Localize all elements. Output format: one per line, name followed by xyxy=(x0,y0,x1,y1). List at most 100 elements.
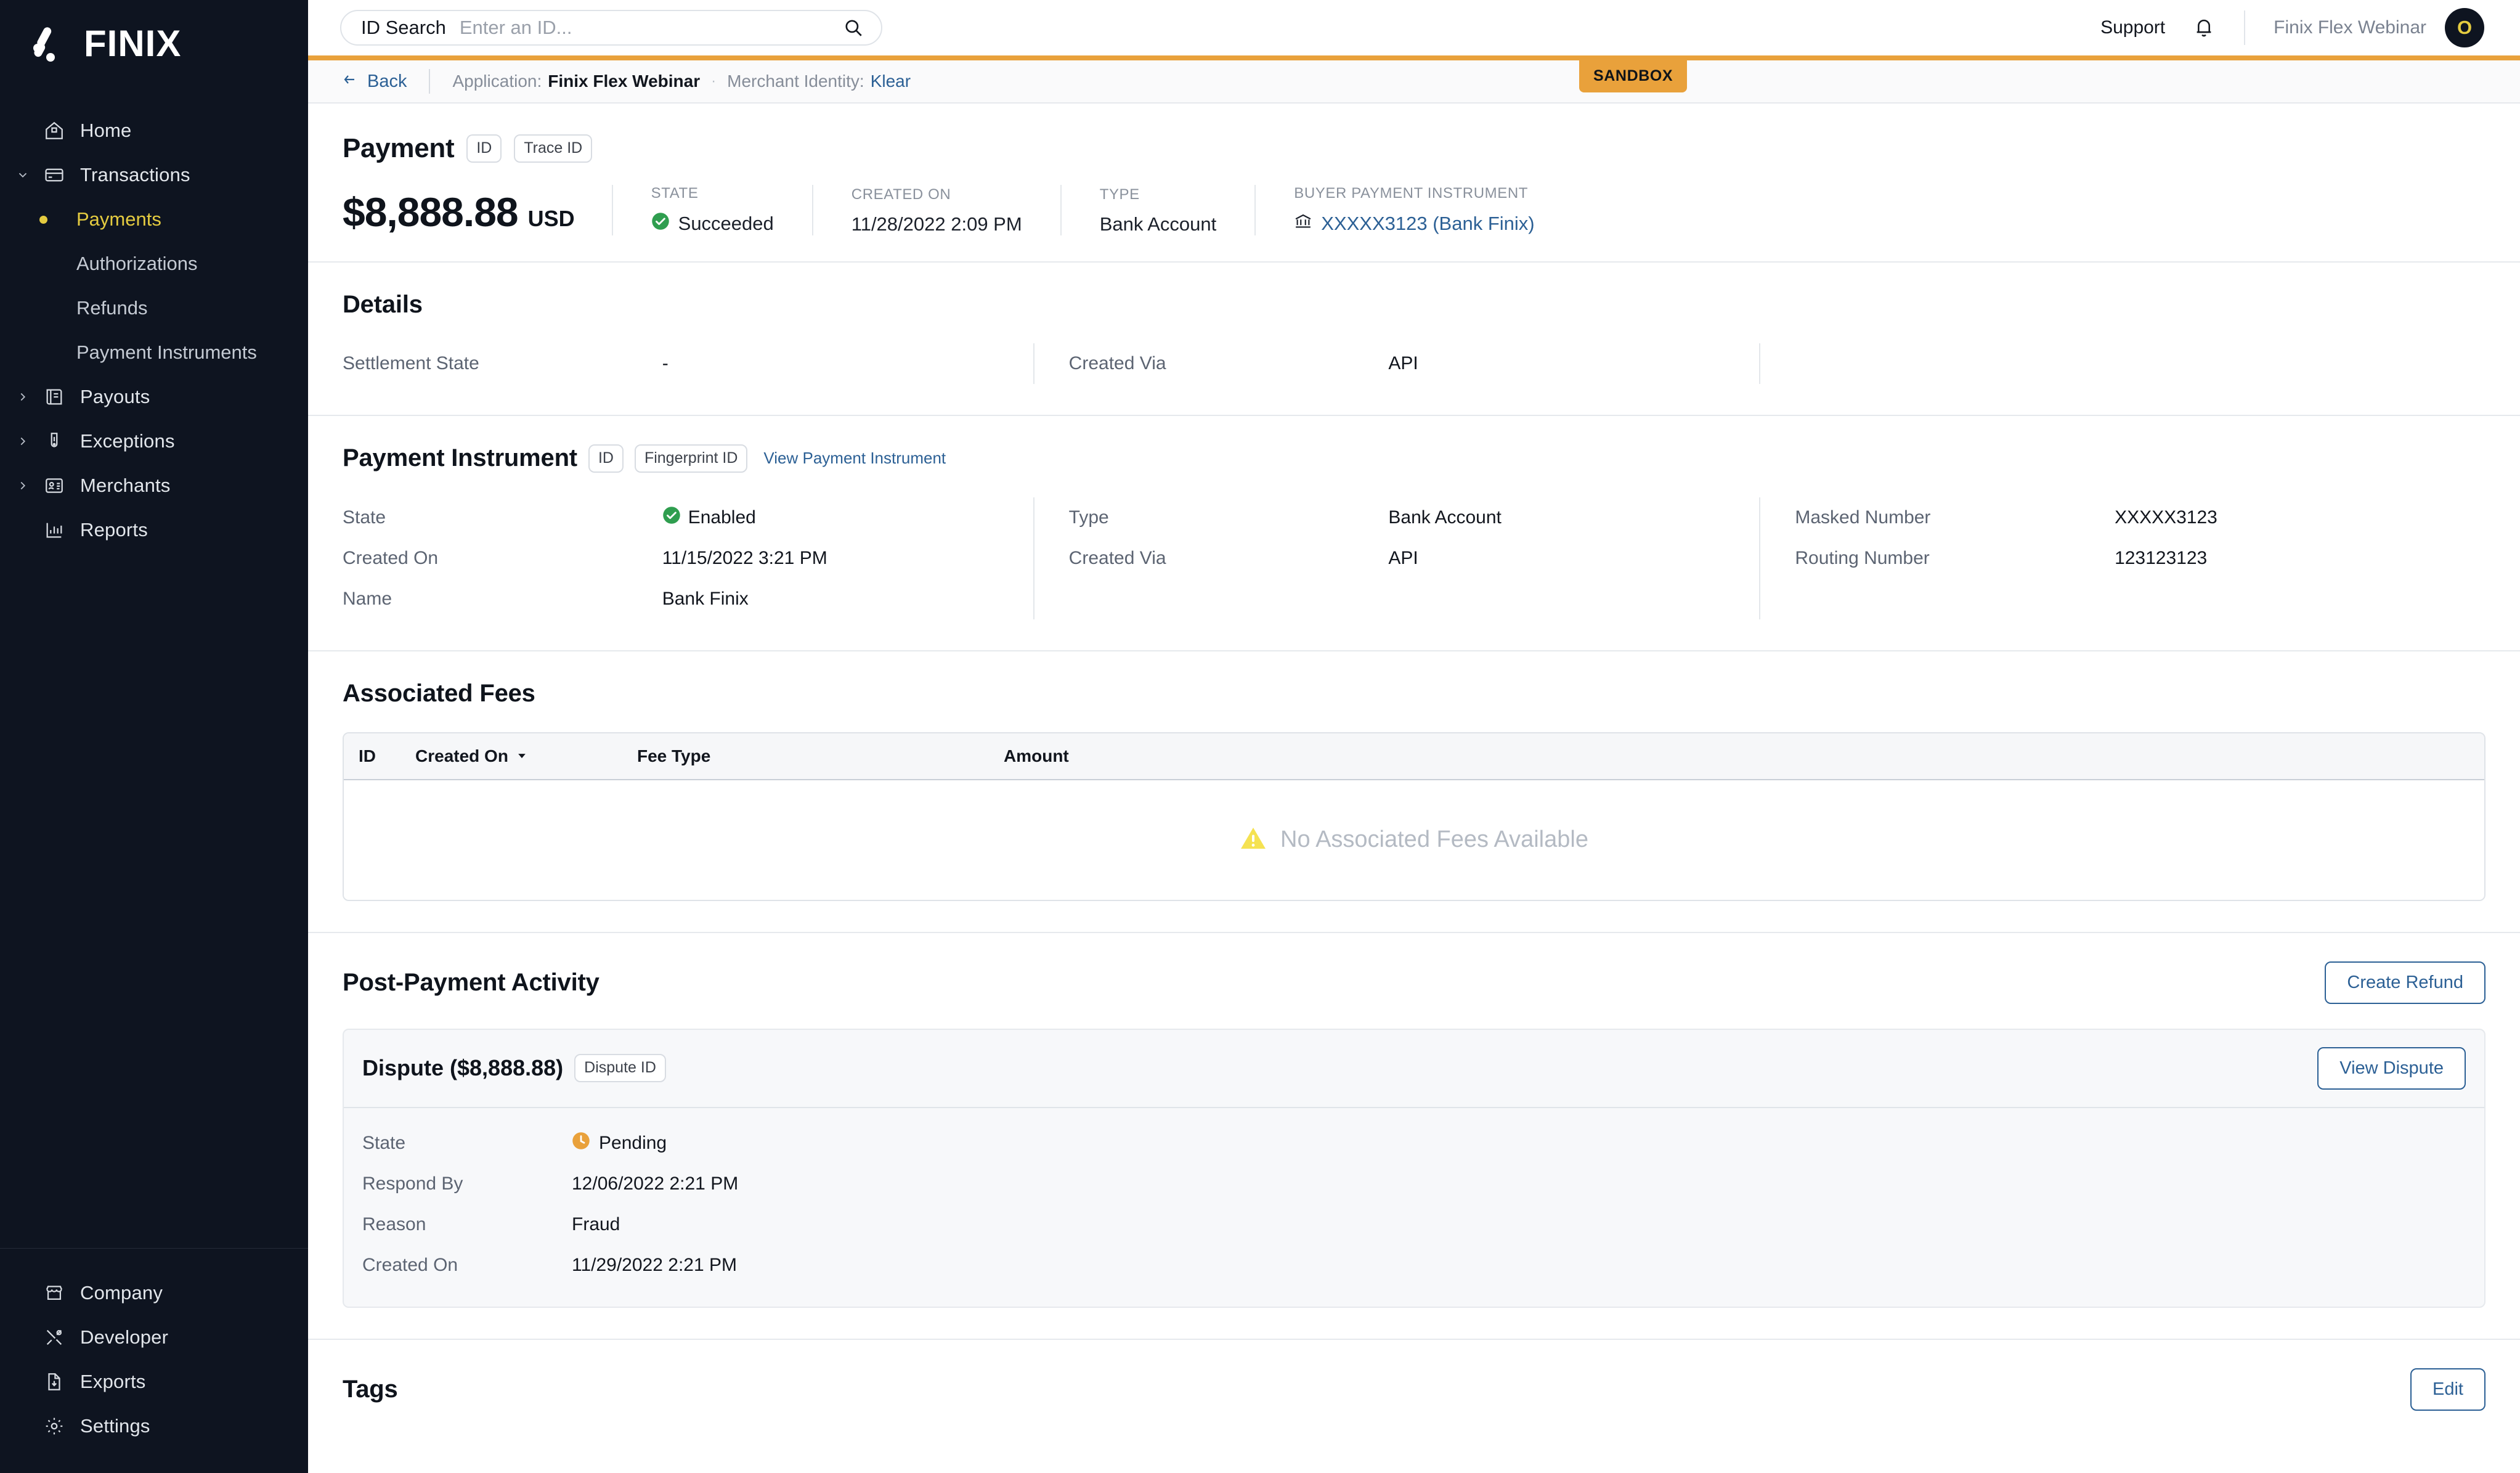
detail-value: 11/15/2022 3:21 PM xyxy=(662,548,827,569)
section-title-payment-instrument: Payment Instrument xyxy=(343,444,577,472)
view-dispute-button[interactable]: View Dispute xyxy=(2317,1047,2466,1090)
breadcrumb-separator: · xyxy=(711,73,716,90)
dispute-label: Respond By xyxy=(362,1173,572,1194)
sidebar-subitem-label: Authorizations xyxy=(76,253,197,275)
sidebar-item-payment-instruments[interactable]: Payment Instruments xyxy=(0,330,308,375)
copy-id-button[interactable]: ID xyxy=(466,134,502,163)
edit-tags-button[interactable]: Edit xyxy=(2410,1368,2485,1411)
sidebar-item-reports[interactable]: Reports xyxy=(0,508,308,552)
search-input[interactable] xyxy=(460,17,843,39)
dispute-title: Dispute ($8,888.88) xyxy=(362,1055,563,1081)
breadcrumb-merchant-value[interactable]: Klear xyxy=(871,71,911,91)
buyer-payment-instrument-link[interactable]: XXXXX3123 (Bank Finix) xyxy=(1294,212,1534,235)
column-header-fee-type[interactable]: Fee Type xyxy=(637,746,1004,766)
detail-row: Name Bank Finix xyxy=(343,579,1009,619)
detail-value: XXXXX3123 xyxy=(2115,507,2217,528)
chevron-right-icon[interactable] xyxy=(9,390,37,404)
detail-row: Type Bank Account xyxy=(1069,497,1735,538)
detail-label: State xyxy=(343,507,662,528)
summary-value-text: 11/28/2022 2:09 PM xyxy=(852,213,1022,235)
dispute-value: Fraud xyxy=(572,1214,620,1235)
environment-strip: SANDBOX xyxy=(308,55,2520,60)
sidebar-item-payments[interactable]: Payments xyxy=(0,197,308,242)
dispute-value: Pending xyxy=(572,1132,667,1155)
detail-row: Created Via API xyxy=(1069,343,1735,384)
payment-header-section: Payment ID Trace ID $8,888.88 USD STATE xyxy=(308,104,2520,261)
summary-label: CREATED ON xyxy=(852,186,1022,203)
status-badge-sandbox: SANDBOX xyxy=(1579,60,1687,92)
copy-fingerprint-id-button[interactable]: Fingerprint ID xyxy=(635,444,747,473)
detail-label: Name xyxy=(343,589,662,610)
sidebar-subitem-label: Payment Instruments xyxy=(76,341,257,364)
payment-instrument-title-row: Payment Instrument ID Fingerprint ID Vie… xyxy=(343,444,2485,473)
section-title-associated-fees: Associated Fees xyxy=(343,680,2485,708)
detail-label: Type xyxy=(1069,507,1389,528)
detail-value: Bank Account xyxy=(1388,507,1501,528)
check-circle-icon xyxy=(662,506,681,529)
payment-currency: USD xyxy=(528,206,575,232)
copy-pi-id-button[interactable]: ID xyxy=(588,444,624,473)
payment-amount-block: $8,888.88 USD xyxy=(343,189,612,235)
page-content: Payment ID Trace ID $8,888.88 USD STATE xyxy=(308,104,2520,1473)
pi-column-2: Type Bank Account Created Via API xyxy=(1033,497,1760,619)
post-payment-activity-section: Post-Payment Activity Create Refund Disp… xyxy=(308,933,2520,1339)
id-search-box[interactable]: ID Search xyxy=(340,10,882,46)
copy-dispute-id-button[interactable]: Dispute ID xyxy=(574,1054,666,1082)
sidebar-item-payouts[interactable]: Payouts xyxy=(0,375,308,419)
dispute-card-body: State Pending Respond By 12/06/2022 2:21… xyxy=(344,1108,2484,1307)
sidebar-item-refunds[interactable]: Refunds xyxy=(0,286,308,330)
bar-chart-icon xyxy=(37,520,71,541)
summary-cell-created-on: CREATED ON 11/28/2022 2:09 PM xyxy=(812,185,1060,235)
back-button[interactable]: Back xyxy=(340,71,407,92)
column-header-id[interactable]: ID xyxy=(359,746,415,766)
sidebar-item-exports[interactable]: Exports xyxy=(0,1360,308,1404)
detail-value: Enabled xyxy=(662,506,756,529)
app-root: FINIX Home xyxy=(0,0,2520,1473)
chevron-down-icon[interactable] xyxy=(516,746,528,766)
tools-icon xyxy=(37,1327,71,1348)
payment-instrument-section: Payment Instrument ID Fingerprint ID Vie… xyxy=(308,416,2520,650)
breadcrumb-merchant-label: Merchant Identity: xyxy=(727,71,864,91)
sidebar-item-settings[interactable]: Settings xyxy=(0,1404,308,1448)
details-column-3 xyxy=(1759,343,2485,384)
sidebar-item-exceptions[interactable]: Exceptions xyxy=(0,419,308,463)
create-refund-button[interactable]: Create Refund xyxy=(2325,961,2485,1004)
support-link[interactable]: Support xyxy=(2100,17,2165,38)
column-header-amount[interactable]: Amount xyxy=(1004,746,1069,766)
sidebar-item-home[interactable]: Home xyxy=(0,108,308,153)
organization-name: Finix Flex Webinar xyxy=(2274,17,2426,38)
sidebar-item-transactions[interactable]: Transactions xyxy=(0,153,308,197)
sidebar-footer-nav: Company Developer E xyxy=(0,1248,308,1473)
summary-value: Succeeded xyxy=(651,212,774,235)
active-dot-icon xyxy=(37,216,62,224)
bell-icon[interactable] xyxy=(2192,16,2216,39)
sidebar-item-developer[interactable]: Developer xyxy=(0,1315,308,1360)
bank-icon xyxy=(1294,212,1312,235)
sidebar-item-company[interactable]: Company xyxy=(0,1271,308,1315)
dispute-value-text: Pending xyxy=(599,1133,667,1154)
sidebar-item-merchants[interactable]: Merchants xyxy=(0,463,308,508)
details-column-2: Created Via API xyxy=(1033,343,1760,384)
clock-icon xyxy=(572,1132,590,1155)
chevron-down-icon[interactable] xyxy=(9,168,37,182)
detail-row: Routing Number 123123123 xyxy=(1795,538,2461,579)
table-header-row: ID Created On Fee Type Amount xyxy=(344,733,2484,780)
brand-logo[interactable]: FINIX xyxy=(0,0,308,79)
payment-summary-row: $8,888.88 USD STATE Succeeded C xyxy=(343,185,2485,261)
summary-label: STATE xyxy=(651,185,774,202)
detail-label: Masked Number xyxy=(1795,507,2115,528)
chevron-right-icon[interactable] xyxy=(9,479,37,492)
avatar[interactable]: O xyxy=(2445,8,2484,47)
chevron-right-icon[interactable] xyxy=(9,435,37,448)
divider xyxy=(2244,10,2245,45)
view-payment-instrument-link[interactable]: View Payment Instrument xyxy=(763,449,946,468)
tags-header-row: Tags Edit xyxy=(343,1368,2485,1411)
column-header-created-on[interactable]: Created On xyxy=(415,746,637,766)
sidebar-item-authorizations[interactable]: Authorizations xyxy=(0,242,308,286)
summary-cell-buyer-payment-instrument: BUYER PAYMENT INSTRUMENT XXXXX3123 (Bank… xyxy=(1254,185,1572,235)
pi-column-3: Masked Number XXXXX3123 Routing Number 1… xyxy=(1759,497,2485,619)
post-payment-header-row: Post-Payment Activity Create Refund xyxy=(343,961,2485,1004)
home-icon xyxy=(37,120,71,141)
search-icon[interactable] xyxy=(843,17,864,38)
copy-trace-id-button[interactable]: Trace ID xyxy=(514,134,592,163)
